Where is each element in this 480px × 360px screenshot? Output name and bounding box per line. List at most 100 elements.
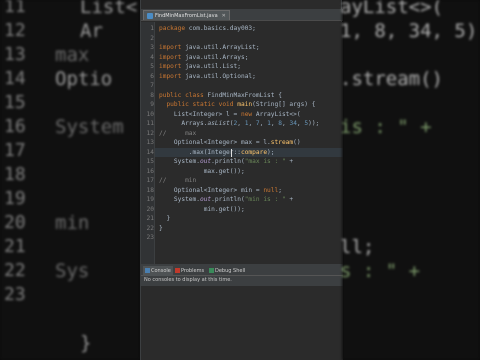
debug-shell-icon: [209, 268, 214, 273]
line-number: 7: [150, 82, 154, 89]
file-tab[interactable]: FindMinMaxFromList.java ✕: [143, 10, 230, 20]
line-number: 1: [150, 25, 154, 32]
background-line-number: 20: [4, 212, 26, 233]
background-code-fragment: Optio: [55, 68, 113, 90]
code-line[interactable]: 3 import java.util.ArrayList;: [141, 43, 343, 53]
console-icon: [145, 268, 150, 273]
code-line[interactable]: 22}: [141, 224, 343, 234]
code-text: import java.util.Optional;: [159, 72, 256, 80]
code-line[interactable]: 8 public class FindMinMaxFromList {: [141, 91, 343, 101]
background-line-number: 22: [4, 260, 26, 281]
line-number: 23: [146, 234, 154, 241]
background-code-fragment: }: [80, 332, 92, 354]
background-code-fragment: s : " +: [342, 260, 421, 282]
code-text: import java.util.Arrays;: [159, 53, 249, 61]
code-text: import java.util.ArrayList;: [159, 44, 260, 51]
code-text: Optional<Integer> min = null;: [159, 186, 282, 194]
line-number: 6: [150, 72, 154, 80]
background-line-number: 14: [4, 68, 26, 89]
background-code-fragment: is : " +: [342, 116, 432, 138]
background-line-number: 16: [4, 116, 26, 137]
code-line[interactable]: 17 // min: [141, 176, 343, 186]
code-text: }: [159, 215, 171, 222]
code-text: max.get());: [159, 167, 245, 175]
line-number: 5: [150, 63, 154, 70]
line-number: 17: [146, 177, 154, 184]
code-text: List<Integer> l = new ArrayList<>(: [159, 110, 301, 118]
code-text: }: [159, 224, 163, 232]
line-number: 15: [146, 158, 154, 165]
code-line[interactable]: 6 import java.util.Optional;: [141, 72, 343, 82]
background-line-number: 12: [4, 20, 26, 41]
line-number: 14: [146, 148, 154, 156]
line-number: 8: [150, 91, 154, 99]
video-frame: List< Ar max Optio System min Sys} 11 12 13 14 15 16…: [0, 0, 480, 360]
background-code-fragment: max: [55, 44, 90, 66]
line-number: 16: [146, 167, 154, 175]
code-text: public class FindMinMaxFromList {: [159, 91, 282, 99]
background-code-fragment: Sys: [55, 260, 90, 282]
background-line-number: 21: [4, 236, 26, 257]
code-text: Arrays.asList(2, 1, 7, 1, 8, 34, 5));: [159, 120, 320, 127]
code-line[interactable]: 4 import java.util.Arrays;: [141, 53, 343, 63]
code-line[interactable]: 10 List<Integer> l = new ArrayList<>(: [141, 110, 343, 120]
background-code-fragment: Ar: [80, 20, 103, 42]
code-text: Optional<Integer> max = l.stream(): [159, 139, 301, 146]
line-number: 20: [146, 205, 154, 213]
code-line[interactable]: 2: [141, 34, 343, 44]
code-line[interactable]: 21 }: [141, 214, 343, 224]
code-text: import java.util.List;: [159, 63, 241, 70]
code-line[interactable]: 14 .max(Integer::compare);: [141, 148, 343, 158]
problems-icon: [175, 268, 180, 273]
code-text: .max(Integer::compare);: [159, 148, 275, 156]
code-text: public static void main(String[] args) {: [166, 101, 316, 108]
code-line[interactable]: 13 Optional<Integer> max = l.stream(): [141, 138, 343, 148]
file-tab-label: FindMinMaxFromList.java: [155, 12, 218, 19]
code-line[interactable]: 19 System.out.println("min is : " +: [141, 195, 343, 205]
code-line[interactable]: 16 max.get());: [141, 167, 343, 177]
background-code-fragment: List<: [80, 0, 138, 18]
background-code-fragment: .stream(): [342, 68, 443, 90]
line-number: 22: [146, 224, 154, 232]
close-tab-icon[interactable]: ✕: [222, 13, 226, 19]
code-line[interactable]: 15 System.out.println("max is : " +: [141, 157, 343, 167]
bottom-panel-tabs: Console Problems Debug Shell: [141, 266, 343, 276]
line-number: 19: [146, 196, 154, 203]
code-text: System.out.println("min is : " +: [159, 196, 294, 203]
code-line[interactable]: 7: [141, 81, 343, 91]
line-number: 11: [146, 120, 154, 127]
tab-label: Problems: [181, 268, 205, 274]
code-line[interactable]: 18 Optional<Integer> min = null;: [141, 186, 343, 196]
java-file-icon: [147, 12, 153, 19]
zoomed-background-left: List< Ar max Optio System min Sys} 11 12 13 14 15 16…: [0, 0, 140, 360]
zoomed-background-right: ayList<>( 1, 8, 34, 5) .stream() is : " + ll…: [342, 0, 480, 360]
code-line[interactable]: 1 package com.basics.day003;: [141, 24, 343, 34]
eclipse-editor-window: FindMinMaxFromList.java ✕ 1 package com.b…: [140, 0, 343, 360]
code-line[interactable]: 5 import java.util.List;: [141, 62, 343, 72]
editor-tab-bar: FindMinMaxFromList.java ✕: [141, 9, 343, 21]
code-line[interactable]: 11 Arrays.asList(2, 1, 7, 1, 8, 34, 5));: [141, 119, 343, 129]
background-code-fragment: min: [55, 212, 90, 234]
background-line-number: 18: [4, 164, 26, 185]
line-number: 12: [146, 129, 154, 137]
code-line[interactable]: 12 // max: [141, 129, 343, 139]
line-number: 18: [146, 186, 154, 194]
code-text: // max: [159, 129, 197, 137]
background-code-fragment: ayList<>(: [342, 0, 443, 18]
line-number: 4: [150, 53, 154, 61]
code-line[interactable]: 23: [141, 233, 343, 243]
background-line-number: 23: [4, 284, 26, 305]
background-code-fragment: System: [55, 116, 124, 138]
background-code-fragment: 1, 8, 34, 5): [342, 20, 478, 42]
background-code-fragment: ll;: [342, 236, 375, 258]
background-line-number: 13: [4, 44, 26, 65]
tab-console[interactable]: Console: [143, 266, 173, 276]
code-editor[interactable]: 1 package com.basics.day003; 2 3 import java…: [141, 22, 343, 264]
code-line[interactable]: 9 public static void main(String[] args)…: [141, 100, 343, 110]
tab-problems[interactable]: Problems: [173, 266, 206, 276]
bottom-panel: Console Problems Debug Shell No consoles t…: [141, 264, 343, 360]
code-text: System.out.println("max is : " +: [159, 158, 294, 165]
tab-debug-shell[interactable]: Debug Shell: [207, 266, 247, 276]
line-number: 10: [146, 110, 154, 118]
code-line[interactable]: 20 min.get());: [141, 205, 343, 215]
